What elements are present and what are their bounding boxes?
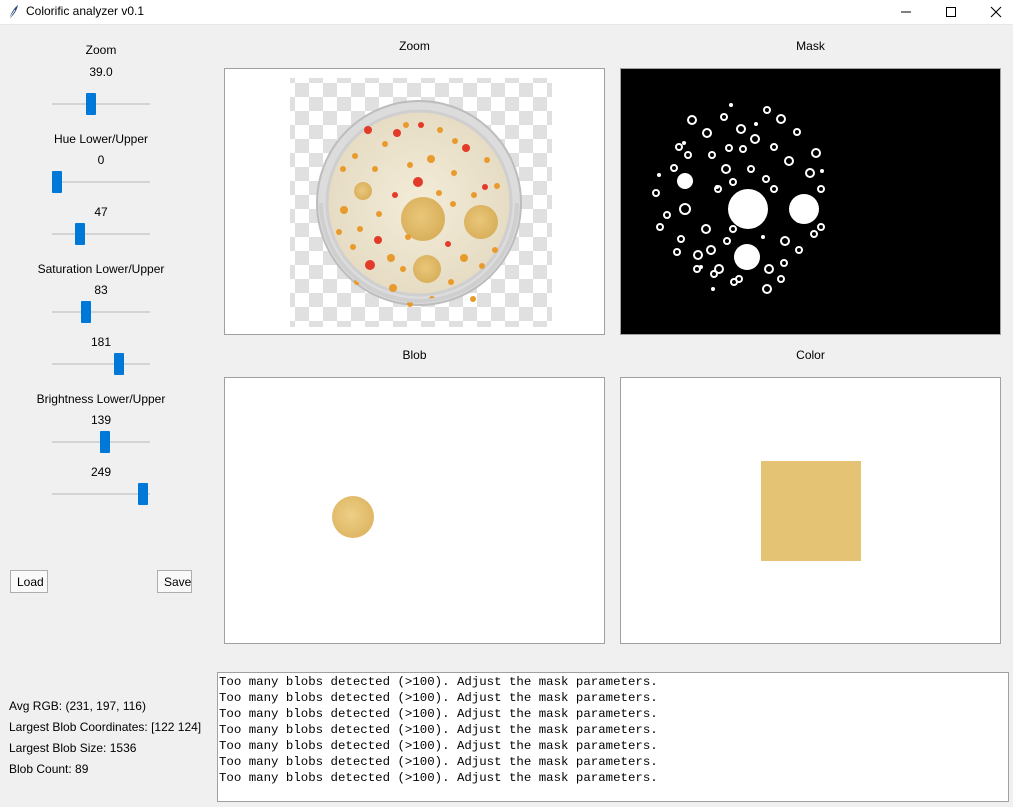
zoom-panel bbox=[224, 68, 605, 335]
slider-thumb[interactable] bbox=[74, 223, 85, 245]
slider-thumb[interactable] bbox=[138, 483, 149, 505]
slider-thumb[interactable] bbox=[52, 171, 62, 193]
slider-thumb[interactable] bbox=[81, 301, 92, 323]
log-line: Too many blobs detected (>100). Adjust t… bbox=[219, 771, 658, 785]
title-bar: Colorific analyzer v0.1 bbox=[0, 0, 1013, 25]
brightness-upper-slider[interactable] bbox=[52, 482, 150, 506]
log-line: Too many blobs detected (>100). Adjust t… bbox=[219, 691, 658, 705]
slider-track bbox=[52, 103, 150, 105]
slider-track bbox=[52, 311, 150, 313]
maximize-icon bbox=[946, 7, 956, 17]
zoom-value: 39.0 bbox=[89, 65, 113, 79]
avg-rgb-text: Avg RGB: (231, 197, 116) bbox=[9, 699, 146, 713]
hue-label: Hue Lower/Upper bbox=[53, 132, 149, 146]
petri-dish-image bbox=[290, 78, 552, 327]
minimize-icon bbox=[901, 11, 911, 13]
hue-lower-slider[interactable] bbox=[52, 170, 150, 194]
hue-upper-value: 47 bbox=[94, 205, 108, 219]
minimize-button[interactable] bbox=[883, 0, 929, 24]
window-title: Colorific analyzer v0.1 bbox=[26, 4, 145, 18]
log-line: Too many blobs detected (>100). Adjust t… bbox=[219, 707, 658, 721]
slider-track bbox=[52, 493, 150, 495]
mask-panel-title: Mask bbox=[796, 39, 825, 53]
brightness-label: Brightness Lower/Upper bbox=[36, 392, 166, 406]
log-line: Too many blobs detected (>100). Adjust t… bbox=[219, 739, 658, 753]
saturation-upper-value: 181 bbox=[90, 335, 112, 349]
hue-upper-slider[interactable] bbox=[52, 222, 150, 246]
slider-track bbox=[52, 233, 150, 235]
save-button[interactable]: Save bbox=[157, 570, 192, 593]
close-icon bbox=[990, 6, 1002, 18]
color-panel-title: Color bbox=[796, 348, 825, 362]
blob-panel bbox=[224, 377, 605, 644]
maximize-button[interactable] bbox=[928, 0, 974, 24]
feather-icon bbox=[8, 5, 18, 20]
slider-track bbox=[52, 363, 150, 365]
blob-panel-title: Blob bbox=[402, 348, 427, 362]
slider-track bbox=[52, 181, 150, 183]
saturation-lower-value: 83 bbox=[94, 283, 108, 297]
blob-count-text: Blob Count: 89 bbox=[9, 762, 89, 776]
hue-lower-value: 0 bbox=[97, 153, 105, 167]
zoom-slider[interactable] bbox=[52, 92, 150, 116]
brightness-upper-value: 249 bbox=[90, 465, 112, 479]
brightness-lower-value: 139 bbox=[90, 413, 112, 427]
saturation-label: Saturation Lower/Upper bbox=[37, 262, 165, 276]
close-button[interactable] bbox=[973, 0, 1013, 24]
slider-thumb[interactable] bbox=[114, 353, 125, 375]
zoom-label: Zoom bbox=[85, 43, 117, 57]
log-textbox[interactable]: Too many blobs detected (>100). Adjust t… bbox=[217, 672, 1009, 802]
zoom-panel-title: Zoom bbox=[399, 39, 430, 53]
brightness-lower-slider[interactable] bbox=[52, 430, 150, 454]
slider-thumb[interactable] bbox=[100, 431, 111, 453]
saturation-lower-slider[interactable] bbox=[52, 300, 150, 324]
log-line: Too many blobs detected (>100). Adjust t… bbox=[219, 723, 658, 737]
largest-blob-size-text: Largest Blob Size: 1536 bbox=[9, 741, 137, 755]
log-line: Too many blobs detected (>100). Adjust t… bbox=[219, 675, 658, 689]
color-swatch bbox=[761, 461, 861, 561]
mask-panel bbox=[620, 68, 1001, 335]
blob-image bbox=[332, 496, 374, 538]
load-button[interactable]: Load bbox=[10, 570, 48, 593]
slider-thumb[interactable] bbox=[86, 93, 97, 115]
log-line: Too many blobs detected (>100). Adjust t… bbox=[219, 755, 658, 769]
color-panel bbox=[620, 377, 1001, 644]
largest-blob-coords-text: Largest Blob Coordinates: [122 124] bbox=[9, 720, 202, 734]
saturation-upper-slider[interactable] bbox=[52, 352, 150, 376]
mask-image bbox=[621, 69, 1000, 334]
